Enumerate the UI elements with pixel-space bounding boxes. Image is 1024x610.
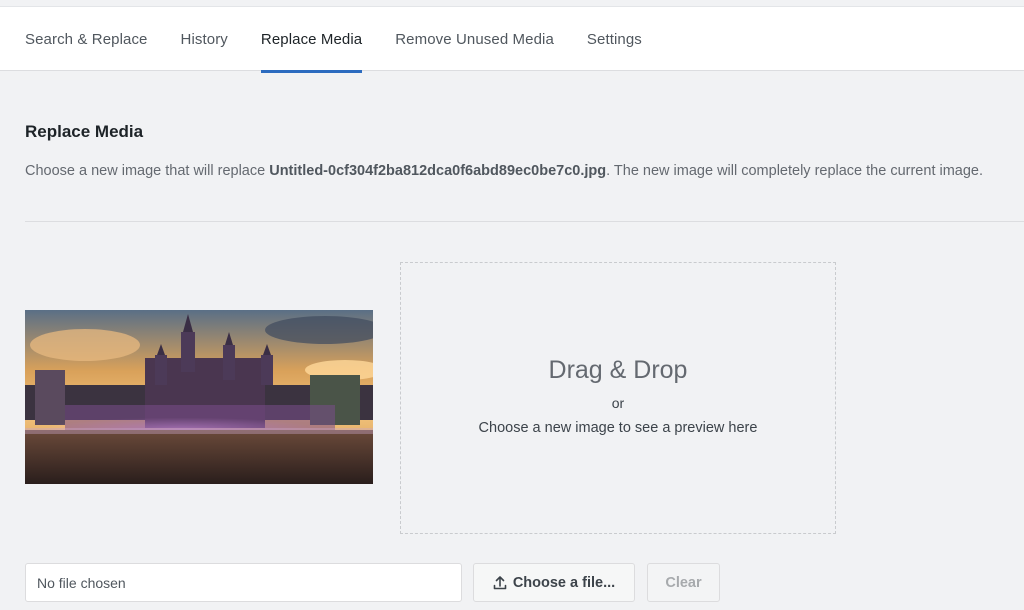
tab-replace-media[interactable]: Replace Media (260, 7, 363, 73)
section-description: Choose a new image that will replace Unt… (25, 163, 1024, 179)
tab-settings[interactable]: Settings (587, 7, 642, 72)
clear-label: Clear (665, 574, 702, 591)
current-filename: Untitled-0cf304f2ba812dca0f6abd89ec0be7c… (269, 163, 607, 179)
drop-zone-title: Drag & Drop (548, 356, 688, 384)
divider (25, 221, 1024, 222)
description-prefix: Choose a new image that will replace (25, 163, 270, 179)
section-title: Replace Media (25, 122, 144, 141)
drop-zone[interactable]: Drag & Drop or Choose a new image to see… (400, 262, 836, 534)
tab-history[interactable]: History (181, 7, 228, 72)
choose-file-label: Choose a file... (512, 574, 616, 591)
clear-button[interactable]: Clear (647, 563, 720, 602)
current-image-preview (25, 310, 373, 484)
drop-zone-hint: Choose a new image to see a preview here (478, 420, 758, 436)
file-name-field[interactable]: No file chosen (25, 563, 462, 602)
description-suffix: . The new image will completely replace … (606, 163, 984, 179)
tab-bar: Search & Replace History Replace Media R… (0, 6, 1024, 73)
tab-search-replace[interactable]: Search & Replace (25, 7, 148, 72)
upload-icon (493, 575, 507, 589)
file-name-value: No file chosen (37, 574, 126, 591)
choose-file-button[interactable]: Choose a file... (473, 563, 635, 602)
drop-zone-or: or (611, 395, 625, 411)
tab-remove-unused-media[interactable]: Remove Unused Media (395, 7, 554, 72)
